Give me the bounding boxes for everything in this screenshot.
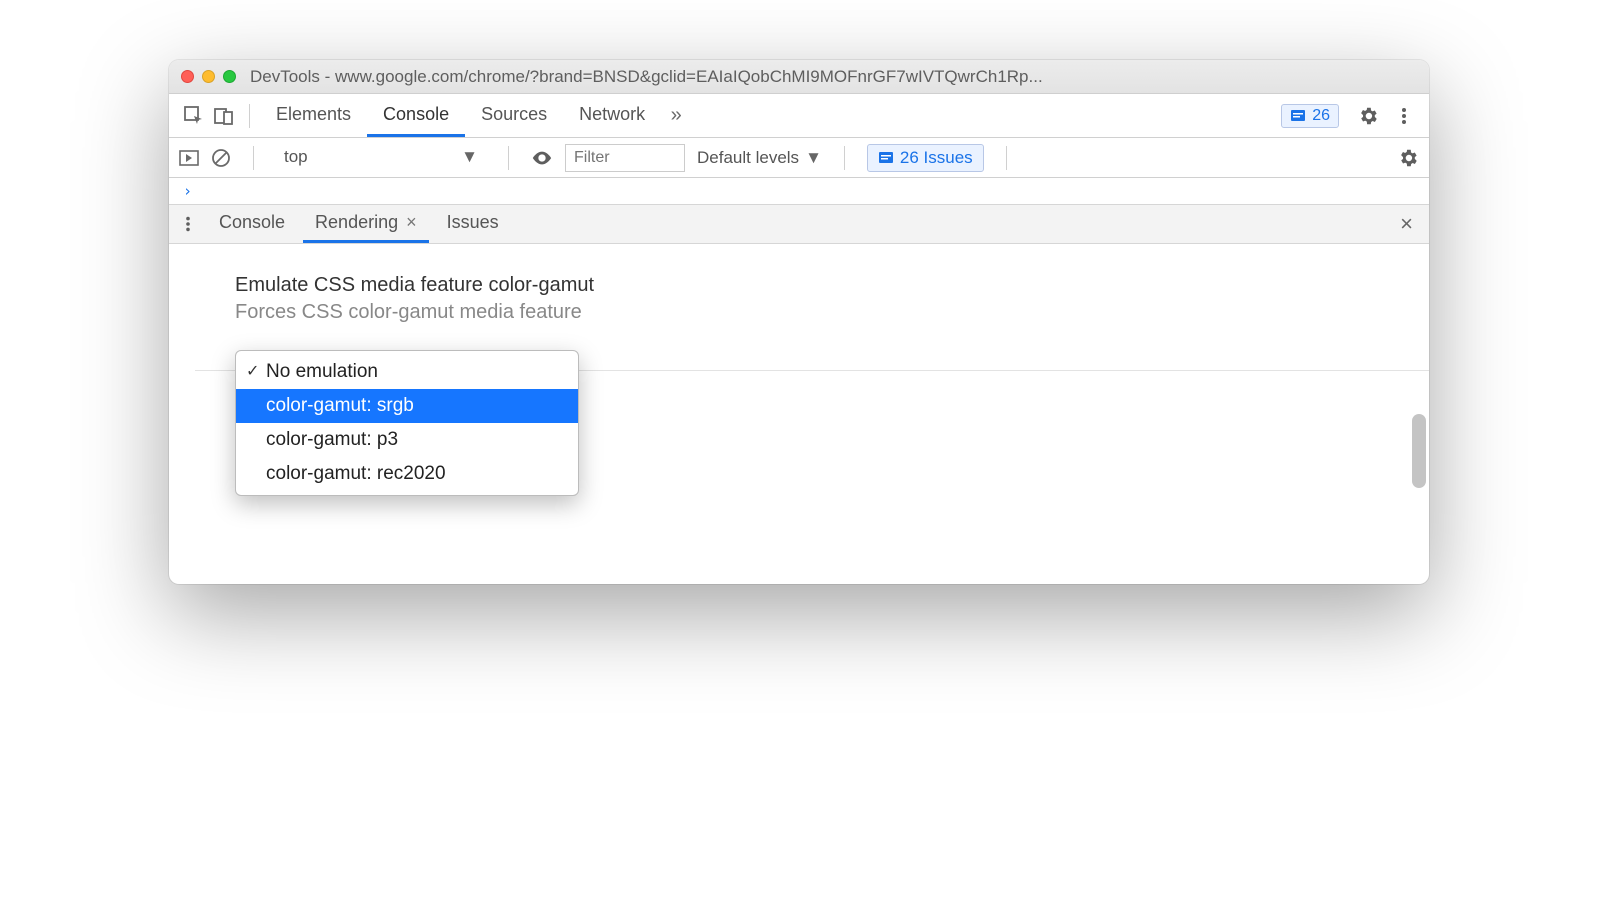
tab-elements[interactable]: Elements bbox=[260, 94, 367, 137]
color-gamut-dropdown: No emulation color-gamut: srgb color-gam… bbox=[235, 350, 579, 496]
option-srgb[interactable]: color-gamut: srgb bbox=[236, 389, 578, 423]
filter-input[interactable] bbox=[565, 144, 685, 172]
section-title: Emulate CSS media feature color-gamut bbox=[235, 274, 1363, 297]
settings-gear-icon[interactable] bbox=[1353, 101, 1383, 131]
option-p3[interactable]: color-gamut: p3 bbox=[236, 423, 578, 457]
context-selector[interactable]: top ▼ bbox=[276, 144, 486, 171]
chevron-down-icon: ▼ bbox=[461, 147, 478, 167]
context-value: top bbox=[284, 147, 308, 167]
window-title: DevTools - www.google.com/chrome/?brand=… bbox=[250, 67, 1043, 87]
divider bbox=[844, 146, 845, 170]
issues-badge[interactable]: 26 bbox=[1281, 104, 1339, 128]
drawer-tab-rendering[interactable]: Rendering × bbox=[303, 205, 429, 243]
console-toolbar: top ▼ Default levels ▼ 26 Issues bbox=[169, 138, 1429, 178]
titlebar: DevTools - www.google.com/chrome/?brand=… bbox=[169, 60, 1429, 94]
divider bbox=[249, 104, 250, 128]
rendering-panel: Emulate CSS media feature color-gamut Fo… bbox=[169, 244, 1429, 584]
log-levels-selector[interactable]: Default levels ▼ bbox=[697, 148, 822, 168]
drawer-close-icon[interactable]: × bbox=[1394, 211, 1419, 237]
kebab-menu-icon[interactable] bbox=[1389, 101, 1419, 131]
levels-label: Default levels bbox=[697, 148, 799, 168]
drawer-kebab-icon[interactable] bbox=[179, 215, 201, 233]
zoom-window-button[interactable] bbox=[223, 70, 236, 83]
tab-sources[interactable]: Sources bbox=[465, 94, 563, 137]
tab-network[interactable]: Network bbox=[563, 94, 661, 137]
clear-console-icon[interactable] bbox=[211, 148, 231, 168]
inspect-element-icon[interactable] bbox=[179, 101, 209, 131]
divider bbox=[253, 146, 254, 170]
close-window-button[interactable] bbox=[181, 70, 194, 83]
more-tabs-icon[interactable]: » bbox=[661, 101, 691, 131]
option-rec2020[interactable]: color-gamut: rec2020 bbox=[236, 457, 578, 491]
tab-console[interactable]: Console bbox=[367, 94, 465, 137]
console-prompt[interactable]: › bbox=[169, 178, 1429, 204]
minimize-window-button[interactable] bbox=[202, 70, 215, 83]
divider bbox=[508, 146, 509, 170]
main-toolbar: Elements Console Sources Network » 26 bbox=[169, 94, 1429, 138]
live-expression-eye-icon[interactable] bbox=[531, 147, 553, 169]
device-toolbar-icon[interactable] bbox=[209, 101, 239, 131]
drawer-tab-console[interactable]: Console bbox=[207, 205, 297, 243]
sidebar-toggle-icon[interactable] bbox=[179, 148, 199, 168]
window-controls bbox=[181, 70, 236, 83]
console-settings-gear-icon[interactable] bbox=[1397, 147, 1419, 169]
scrollbar-thumb[interactable] bbox=[1412, 414, 1426, 488]
section-subtitle: Forces CSS color-gamut media feature bbox=[235, 301, 1363, 324]
option-no-emulation[interactable]: No emulation bbox=[236, 355, 578, 389]
close-tab-icon[interactable]: × bbox=[406, 212, 417, 233]
issues-count: 26 bbox=[1312, 107, 1330, 125]
drawer-tabstrip: Console Rendering × Issues × bbox=[169, 204, 1429, 244]
devtools-window: DevTools - www.google.com/chrome/?brand=… bbox=[169, 60, 1429, 584]
issues-pill[interactable]: 26 Issues bbox=[867, 144, 984, 172]
chevron-down-icon: ▼ bbox=[805, 148, 822, 168]
drawer-tab-rendering-label: Rendering bbox=[315, 212, 398, 233]
drawer-tab-issues[interactable]: Issues bbox=[435, 205, 511, 243]
divider bbox=[1006, 146, 1007, 170]
issues-pill-label: 26 Issues bbox=[900, 148, 973, 168]
